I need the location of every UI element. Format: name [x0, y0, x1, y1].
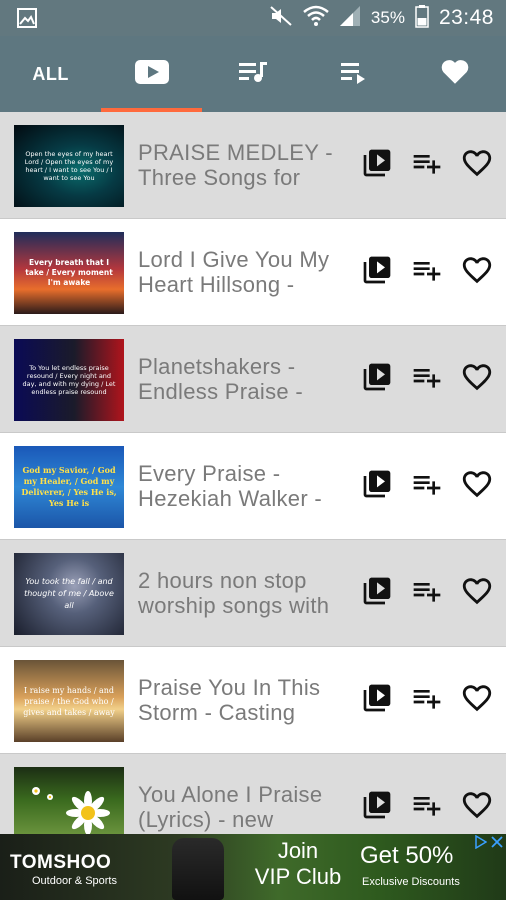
video-title[interactable]: 2 hours non stop worship songs with [138, 568, 356, 618]
playlist-play-icon[interactable] [360, 681, 394, 715]
ad-join-text: Join VIP Club [254, 838, 342, 889]
mute-icon [269, 5, 293, 32]
playlist-add-icon[interactable] [410, 146, 444, 180]
playlist-music-icon [238, 60, 268, 89]
tab-playlists[interactable] [202, 36, 303, 112]
video-title[interactable]: You Alone I Praise (Lyrics) - new [138, 782, 356, 832]
list-item[interactable]: God my Savior, / God my Healer, / God my… [0, 433, 506, 540]
ad-brand: TOMSHOO [10, 852, 112, 873]
list-item[interactable]: Every breath that I take / Every moment … [0, 219, 506, 326]
playlist-play-icon[interactable] [360, 467, 394, 501]
gallery-icon [16, 7, 38, 29]
heart-outline-icon[interactable] [460, 253, 494, 287]
ad-offer: Get 50% [360, 842, 454, 869]
battery-percent: 35% [370, 8, 405, 27]
list-item[interactable]: You took the fall / and thought of me / … [0, 540, 506, 647]
ad-offer-sub: Exclusive Discounts [362, 876, 460, 888]
heart-outline-icon[interactable] [460, 681, 494, 715]
list-item[interactable]: Open the eyes of my heart Lord / Open th… [0, 112, 506, 219]
video-thumbnail[interactable]: Every breath that I take / Every moment … [14, 232, 124, 314]
daisy-image [32, 787, 110, 834]
video-title[interactable]: Every Praise - Hezekiah Walker - [138, 461, 356, 511]
playlist-add-icon[interactable] [410, 574, 444, 608]
playlist-play-icon[interactable] [360, 360, 394, 394]
video-thumbnail[interactable]: I raise my hands / and praise / the God … [14, 660, 124, 742]
video-list: Open the eyes of my heart Lord / Open th… [0, 112, 506, 834]
ad-brand-sub: Outdoor & Sports [32, 875, 117, 887]
video-thumbnail[interactable]: You took the fall / and thought of me / … [14, 553, 124, 635]
playlist-add-icon[interactable] [410, 788, 444, 822]
ad-banner[interactable]: TOMSHOO Outdoor & Sports Join VIP Club G… [0, 834, 506, 900]
signal-icon [339, 5, 361, 32]
video-title[interactable]: Planetshakers - Endless Praise - [138, 354, 356, 404]
list-item[interactable]: To You let endless praise resound / Ever… [0, 326, 506, 433]
list-item[interactable]: I raise my hands / and praise / the God … [0, 647, 506, 754]
heart-outline-icon[interactable] [460, 788, 494, 822]
tab-favorites[interactable] [405, 36, 506, 112]
tab-all[interactable]: ALL [0, 36, 101, 112]
tab-all-label: ALL [32, 63, 69, 84]
status-bar: 35% 23:48 [0, 0, 506, 36]
adchoices-icon[interactable] [475, 834, 488, 854]
playlist-play-icon[interactable] [360, 788, 394, 822]
playlist-play-icon[interactable] [360, 574, 394, 608]
heart-outline-icon[interactable] [460, 467, 494, 501]
tab-bar: ALL [0, 36, 506, 112]
video-title[interactable]: Praise You In This Storm - Casting [138, 675, 356, 725]
tab-videos[interactable] [101, 36, 203, 112]
wifi-icon [303, 5, 329, 32]
video-title[interactable]: Lord I Give You My Heart Hillsong - [138, 247, 356, 297]
clock: 23:48 [438, 6, 494, 29]
tab-queue[interactable] [304, 36, 405, 112]
heart-outline-icon[interactable] [460, 146, 494, 180]
battery-icon [415, 4, 429, 33]
video-title[interactable]: PRAISE MEDLEY - Three Songs for [138, 140, 356, 190]
playlist-play-icon[interactable] [360, 253, 394, 287]
heart-outline-icon[interactable] [460, 574, 494, 608]
playlist-add-icon[interactable] [410, 681, 444, 715]
video-thumbnail[interactable]: To You let endless praise resound / Ever… [14, 339, 124, 421]
video-thumbnail[interactable]: God my Savior, / God my Healer, / God my… [14, 446, 124, 528]
video-icon [134, 59, 170, 90]
playlist-play-icon[interactable] [360, 146, 394, 180]
ad-close[interactable] [475, 834, 503, 854]
heart-icon [440, 58, 470, 90]
list-item[interactable]: You Alone I Praise (Lyrics) - new [0, 754, 506, 834]
heart-outline-icon[interactable] [460, 360, 494, 394]
playlist-add-icon[interactable] [410, 253, 444, 287]
video-thumbnail[interactable]: Open the eyes of my heart Lord / Open th… [14, 125, 124, 207]
video-thumbnail[interactable] [14, 767, 124, 834]
queue-icon [340, 60, 368, 89]
close-icon[interactable] [491, 835, 503, 853]
playlist-add-icon[interactable] [410, 467, 444, 501]
backpack-image [172, 838, 224, 900]
playlist-add-icon[interactable] [410, 360, 444, 394]
